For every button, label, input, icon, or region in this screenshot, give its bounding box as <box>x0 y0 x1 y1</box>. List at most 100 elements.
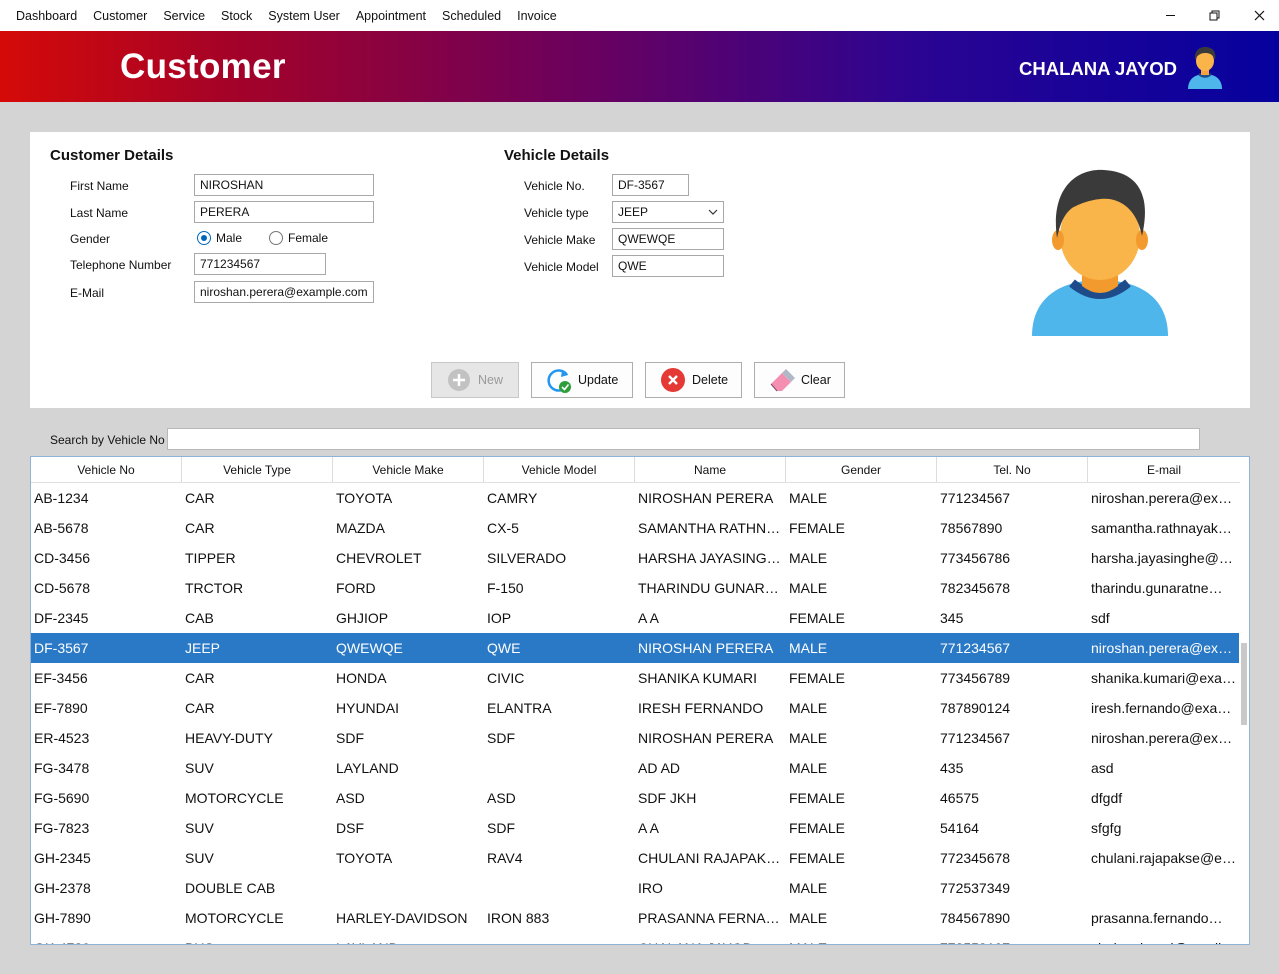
table-row[interactable]: EF-3456 CAR HONDA CIVIC SHANIKA KUMARI FEMALE… <box>31 663 1240 693</box>
table-row[interactable]: EF-7890 CAR HYUNDAI ELANTRA IRESH FERNANDO MA… <box>31 693 1240 723</box>
table-cell: MALE <box>789 910 828 926</box>
table-cell: 771234567 <box>940 730 1011 746</box>
table-cell: TRCTOR <box>185 580 244 596</box>
table-cell: CAR <box>185 670 215 686</box>
customer-details-title: Customer Details <box>50 147 174 164</box>
menu-item-system-user[interactable]: System User <box>260 9 348 23</box>
minimize-button[interactable] <box>1147 0 1193 31</box>
table-cell: iresh.fernando@example.com <box>1091 700 1240 716</box>
column-header-gender[interactable]: Gender <box>786 457 937 482</box>
table-cell: GH-2345 <box>34 850 91 866</box>
main-menu: Dashboard Customer Service Stock System User… <box>8 0 565 31</box>
table-row[interactable]: FG-5690 MOTORCYCLE ASD ASD SDF JKH FEMALE 4657… <box>31 783 1240 813</box>
vehicle-model-field[interactable]: QWE <box>612 255 724 277</box>
table-cell: 771234567 <box>940 640 1011 656</box>
last-name-field[interactable]: PERERA <box>194 201 374 223</box>
table-cell: niroshan.perera@example.com <box>1091 490 1240 506</box>
menu-item-scheduled[interactable]: Scheduled <box>434 9 509 23</box>
table-cell: shanika.kumari@example.com <box>1091 670 1240 686</box>
column-header-vehicle-model[interactable]: Vehicle Model <box>484 457 635 482</box>
table-row[interactable]: GH-7890 MOTORCYCLE HARLEY-DAVIDSON IRON 883… <box>31 903 1240 933</box>
new-button[interactable]: New <box>431 362 519 398</box>
table-row[interactable]: CD-5678 TRCTOR FORD F-150 THARINDU GUNARATNE… <box>31 573 1240 603</box>
table-cell: 345 <box>940 610 964 626</box>
vehicle-make-field[interactable]: QWEWQE <box>612 228 724 250</box>
column-header-e-mail[interactable]: E-mail <box>1088 457 1240 482</box>
table-row[interactable]: FG-7823 SUV DSF SDF A A FEMALE 54164 sfgfg <box>31 813 1240 843</box>
table-cell: HEAVY-DUTY <box>185 730 273 746</box>
column-header-name[interactable]: Name <box>635 457 786 482</box>
table-cell: QWE <box>487 640 521 656</box>
menu-item-stock[interactable]: Stock <box>213 9 260 23</box>
clear-button[interactable]: Clear <box>754 362 845 398</box>
first-name-field[interactable]: NIROSHAN <box>194 174 374 196</box>
gender-male-radio[interactable]: Male <box>197 231 242 245</box>
table-cell: ELANTRA <box>487 700 552 716</box>
table-cell: SDF <box>336 730 364 746</box>
table-cell: SDF JKH <box>638 790 697 806</box>
chevron-down-icon <box>708 209 718 215</box>
table-cell: NIROSHAN PERERA <box>638 490 774 506</box>
scrollbar-thumb[interactable] <box>1241 643 1247 725</box>
table-row[interactable]: AB-5678 CAR MAZDA CX-5 SAMANTHA RATHNAYAKEFE… <box>31 513 1240 543</box>
column-header-vehicle-no[interactable]: Vehicle No <box>31 457 182 482</box>
menu-item-appointment[interactable]: Appointment <box>348 9 434 23</box>
table-cell: MALE <box>789 730 828 746</box>
search-input[interactable] <box>167 428 1200 450</box>
vehicle-table: Vehicle No Vehicle Type Vehicle Make Vehicl… <box>30 456 1250 945</box>
table-cell: LAYLAND <box>333 940 484 944</box>
header-banner: Customer CHALANA JAYOD <box>0 31 1279 102</box>
radio-unchecked-icon <box>269 231 283 245</box>
email-field[interactable]: niroshan.perera@example.com <box>194 281 374 303</box>
table-row[interactable]: DF-3567 JEEP QWEWQE QWE NIROSHAN PERERA MALE 7… <box>31 633 1240 663</box>
menu-item-dashboard[interactable]: Dashboard <box>8 9 85 23</box>
table-cell: AB-1234 <box>34 490 89 506</box>
column-header-tel-no[interactable]: Tel. No <box>937 457 1088 482</box>
table-cell: TOYOTA <box>336 490 393 506</box>
table-row[interactable]: DF-2345 CAB GHJIOP IOP A A FEMALE 345 sdf <box>31 603 1240 633</box>
table-cell: 435 <box>940 760 964 776</box>
gender-female-radio[interactable]: Female <box>269 231 328 245</box>
table-cell: MALE <box>786 940 937 944</box>
table-cell: IOP <box>487 610 512 626</box>
maximize-button[interactable] <box>1191 0 1237 31</box>
menu-item-customer[interactable]: Customer <box>85 9 155 23</box>
vehicle-type-select[interactable]: JEEP <box>612 201 724 223</box>
table-cell: RAV4 <box>487 850 523 866</box>
table-cell: FG-5690 <box>34 790 90 806</box>
column-header-vehicle-make[interactable]: Vehicle Make <box>333 457 484 482</box>
table-row[interactable]: CD-3456 TIPPER CHEVROLET SILVERADO HARSHA JA… <box>31 543 1240 573</box>
table-cell: GHJIOP <box>336 610 389 626</box>
table-cell: MALE <box>789 550 828 566</box>
table-cell: NIROSHAN PERERA <box>638 730 774 746</box>
add-icon <box>448 369 470 391</box>
menu-item-service[interactable]: Service <box>155 9 213 23</box>
table-cell: ER-4523 <box>34 730 90 746</box>
table-row[interactable]: GH-2378 DOUBLE CAB IRO MALE 772537349 <box>31 873 1240 903</box>
table-cell: MALE <box>789 640 828 656</box>
column-header-vehicle-type[interactable]: Vehicle Type <box>182 457 333 482</box>
table-row[interactable]: GH-2345 SUV TOYOTA RAV4 CHULANI RAJAPAKSE FEM… <box>31 843 1240 873</box>
table-row[interactable]: FG-3478 SUV LAYLAND AD AD MALE 435 asd <box>31 753 1240 783</box>
table-cell: IRON 883 <box>487 910 550 926</box>
vehicle-type-label: Vehicle type <box>524 206 589 220</box>
delete-button[interactable]: Delete <box>645 362 742 398</box>
close-button[interactable] <box>1236 0 1279 31</box>
table-row[interactable]: GK-4789BUSLAYLAND CHALANA JAYODMALE778558… <box>31 933 1240 944</box>
telephone-label: Telephone Number <box>70 258 172 272</box>
table-cell: GH-2378 <box>34 880 91 896</box>
vertical-scrollbar[interactable] <box>1239 483 1249 944</box>
table-cell: dfgdf <box>1091 790 1123 806</box>
details-panel: Customer Details First Name NIROSHAN Las… <box>30 132 1250 408</box>
update-button[interactable]: Update <box>531 362 633 398</box>
vehicle-no-field[interactable]: DF-3567 <box>612 174 689 196</box>
table-cell: CD-5678 <box>34 580 91 596</box>
menu-item-invoice[interactable]: Invoice <box>509 9 565 23</box>
table-cell: FG-3478 <box>34 760 90 776</box>
update-button-label: Update <box>578 373 619 387</box>
search-label: Search by Vehicle No <box>50 433 165 447</box>
table-header: Vehicle No Vehicle Type Vehicle Make Vehicl… <box>31 457 1240 483</box>
telephone-field[interactable]: 771234567 <box>194 253 326 275</box>
table-row[interactable]: ER-4523 HEAVY-DUTY SDF SDF NIROSHAN PERERA MA… <box>31 723 1240 753</box>
table-row[interactable]: AB-1234 CAR TOYOTA CAMRY NIROSHAN PERERA MALE… <box>31 483 1240 513</box>
